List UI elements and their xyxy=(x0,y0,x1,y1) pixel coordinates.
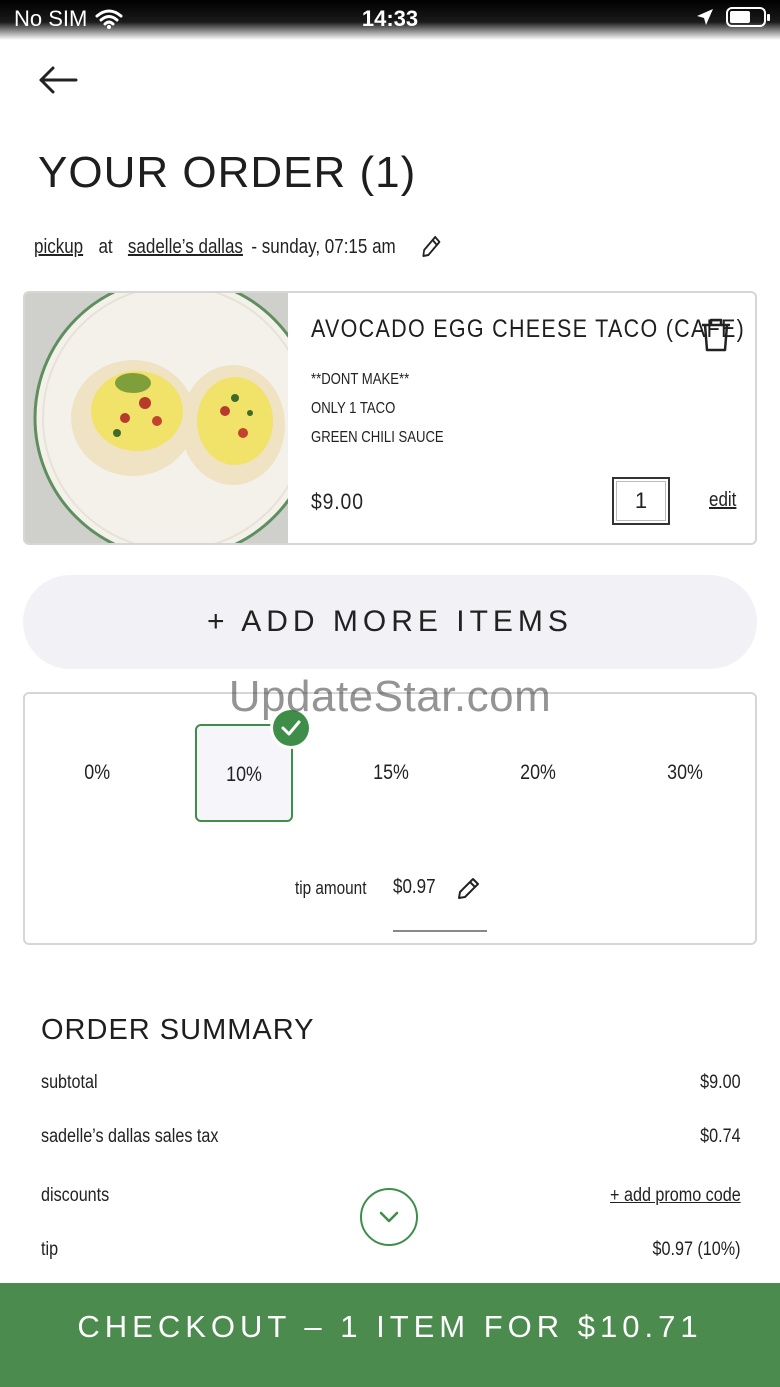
pickup-at-label: at xyxy=(98,235,113,258)
edit-tip-pencil-icon[interactable] xyxy=(455,876,481,902)
summary-row-tax: sadelle’s dallas sales tax $0.74 xyxy=(41,1126,741,1156)
trash-icon[interactable] xyxy=(699,317,733,353)
page-title: YOUR ORDER (1) xyxy=(38,148,417,197)
battery-icon xyxy=(726,7,770,27)
tip-selector: 0% 10% 15% 20% 30% tip amount $0.97 xyxy=(23,692,757,945)
tip-option-label: 10% xyxy=(226,763,262,786)
tip-option-label: 0% xyxy=(84,761,110,784)
status-right xyxy=(696,7,770,27)
add-promo-code-link[interactable]: + add promo code xyxy=(610,1185,741,1207)
location-arrow-icon xyxy=(697,9,713,25)
tip-option-label: 20% xyxy=(520,761,556,784)
tip-option-20[interactable]: 20% xyxy=(489,724,587,822)
edit-item-link[interactable]: edit xyxy=(709,489,736,512)
tax-value: $0.74 xyxy=(700,1126,741,1147)
pickup-mode-link[interactable]: pickup xyxy=(34,236,83,259)
quantity-field[interactable]: 1 xyxy=(612,477,670,525)
tip-option-label: 15% xyxy=(373,761,409,784)
order-summary-title: ORDER SUMMARY xyxy=(41,1014,315,1046)
item-modifier: **DONT MAKE** xyxy=(311,371,410,388)
item-modifier: ONLY 1 TACO xyxy=(311,400,396,417)
tip-option-15[interactable]: 15% xyxy=(342,724,440,822)
chevron-down-icon xyxy=(379,1211,399,1223)
edit-pencil-icon[interactable] xyxy=(419,234,441,260)
pickup-details: pickup at sadelle’s dallas - sunday, 07:… xyxy=(34,234,442,260)
pickup-time: - sunday, 07:15 am xyxy=(251,235,396,258)
item-modifiers: **DONT MAKE** ONLY 1 TACO GREEN CHILI SA… xyxy=(311,365,444,452)
item-name: AVOCADO EGG CHEESE TACO (CAFE) xyxy=(311,315,746,343)
order-item-card: AVOCADO EGG CHEESE TACO (CAFE) **DONT MA… xyxy=(23,291,757,545)
tip-option-30[interactable]: 30% xyxy=(636,724,734,822)
tip-amount-value[interactable]: $0.97 xyxy=(393,876,436,899)
summary-row-subtotal: subtotal $9.00 xyxy=(41,1072,741,1102)
status-bar: No SIM 14:33 xyxy=(0,0,780,40)
item-price: $9.00 xyxy=(311,489,364,514)
item-modifier: GREEN CHILI SAUCE xyxy=(311,429,444,446)
tip-amount-label: tip amount xyxy=(295,878,367,898)
food-image xyxy=(25,293,288,543)
tip-value: $0.97 (10%) xyxy=(653,1239,741,1260)
scroll-down-button[interactable] xyxy=(360,1188,418,1246)
discounts-label: discounts xyxy=(41,1185,110,1206)
tip-option-label: 30% xyxy=(667,761,703,784)
add-more-items-button[interactable]: + ADD MORE ITEMS xyxy=(23,575,757,669)
subtotal-label: subtotal xyxy=(41,1072,98,1093)
checkout-button[interactable]: CHECKOUT – 1 ITEM FOR $10.71 xyxy=(0,1283,780,1387)
pickup-location-link[interactable]: sadelle’s dallas xyxy=(128,236,243,259)
tax-label: sadelle’s dallas sales tax xyxy=(41,1126,219,1147)
back-arrow-icon[interactable] xyxy=(36,62,80,98)
selected-check-icon xyxy=(273,710,309,746)
status-time: 14:33 xyxy=(361,6,419,31)
tip-option-0[interactable]: 0% xyxy=(48,724,146,822)
tip-label: tip xyxy=(41,1239,59,1260)
tip-amount-underline xyxy=(393,930,487,932)
subtotal-value: $9.00 xyxy=(700,1072,741,1093)
